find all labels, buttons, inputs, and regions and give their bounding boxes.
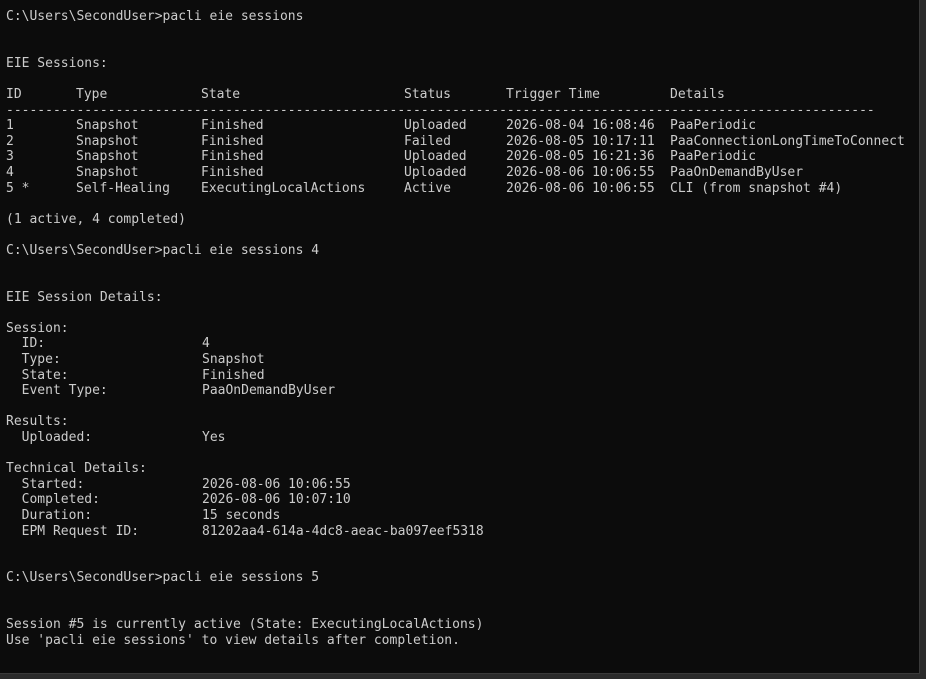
detail-row: Uploaded: Yes [6,430,905,446]
results-section-heading: Results: [6,414,69,430]
technical-section-heading: Technical Details: [6,461,147,477]
terminal-output: C:\Users\SecondUser>pacli eie sessions E… [6,9,905,648]
cell-state: Finished [201,149,264,165]
detail-label: Event Type: [6,383,108,399]
cell-type: Snapshot [76,133,139,149]
cell-type: Self-Healing [76,180,170,196]
detail-row: Event Type: PaaOnDemandByUser [6,383,905,399]
table-row: 2 Snapshot Finished Failed 2026-08-05 10:17:… [6,134,905,150]
details-heading: EIE Session Details: [6,289,163,305]
cell-details: PaaConnectionLongTimeToConnect [670,133,905,149]
command-line: C:\Users\SecondUser>pacli eie sessions [6,9,905,25]
prompt: C:\Users\SecondUser> [6,570,163,586]
terminal-window[interactable]: C:\Users\SecondUser>pacli eie sessions E… [0,0,920,674]
cell-id: 1 [6,118,14,134]
cell-trigger-time: 2026-08-06 10:06:55 [506,180,655,196]
detail-label: Started: [6,476,85,492]
cell-details: PaaPeriodic [670,149,757,165]
detail-row: Duration: 15 seconds [6,508,905,524]
cell-details: PaaOnDemandByUser [670,164,804,180]
cell-state: ExecutingLocalActions [201,180,366,196]
cell-status: Failed [404,133,451,149]
active-session-message: Session #5 is currently active (State: E… [6,617,484,633]
cell-trigger-time: 2026-08-06 10:06:55 [506,164,655,180]
command-text: pacli eie sessions 5 [162,570,320,586]
command-text: pacli eie sessions [162,9,304,24]
session-section-heading: Session: [6,320,69,336]
cell-details: CLI (from snapshot #4) [670,180,843,196]
cell-trigger-time: 2026-08-05 10:17:11 [506,133,655,149]
cell-state: Finished [201,118,264,134]
cell-state: Finished [201,164,264,180]
cell-state: Finished [201,133,264,149]
header-status: Status [404,86,451,102]
detail-row: State: Finished [6,368,905,384]
table-row: 3 Snapshot Finished Uploaded 2026-08-05 16:2… [6,149,905,165]
detail-value: 2026-08-06 10:07:10 [202,492,351,508]
header-id: ID [6,86,22,102]
detail-label: Duration: [6,508,93,523]
detail-value: 2026-08-06 10:06:55 [202,476,351,492]
cell-trigger-time: 2026-08-04 16:08:46 [506,118,655,134]
cell-status: Uploaded [404,118,467,134]
detail-row: Started: 2026-08-06 10:06:55 [6,477,905,493]
detail-row: ID: 4 [6,336,905,352]
detail-value: 4 [202,336,210,352]
table-row: 5 * Self-Healing ExecutingLocalActions Acti… [6,181,905,197]
command-line: C:\Users\SecondUser>pacli eie sessions 5 [6,570,905,586]
header-state: State [201,86,241,102]
active-session-hint: Use 'pacli eie sessions' to view details… [6,632,460,648]
prompt: C:\Users\SecondUser> [6,9,163,24]
detail-label: Uploaded: [6,430,93,446]
cell-details: PaaPeriodic [670,118,757,134]
cell-type: Snapshot [76,164,139,180]
prompt: C:\Users\SecondUser> [6,242,163,258]
cell-status: Active [404,180,451,196]
sessions-summary: (1 active, 4 completed) [6,211,187,227]
detail-label: ID: [6,336,46,352]
detail-row: Completed: 2026-08-06 10:07:10 [6,492,905,508]
detail-value: PaaOnDemandByUser [202,383,336,399]
cell-id: 4 [6,164,14,180]
detail-label: State: [6,367,69,383]
detail-value: Yes [202,430,226,446]
detail-value: 15 seconds [202,508,281,523]
detail-row: EPM Request ID: 81202aa4-614a-4dc8-aeac-b… [6,524,905,540]
sessions-heading: EIE Sessions: [6,55,108,71]
command-text: pacli eie sessions 4 [162,242,320,258]
cell-type: Snapshot [76,118,139,134]
cell-status: Uploaded [404,149,467,165]
cell-id: 3 [6,149,14,165]
table-row: 4 Snapshot Finished Uploaded 2026-08-06 10:0… [6,165,905,181]
table-separator: ----------------------------------------… [6,102,875,118]
cell-type: Snapshot [76,149,139,165]
command-line: C:\Users\SecondUser>pacli eie sessions 4 [6,243,905,259]
detail-value: 81202aa4-614a-4dc8-aeac-ba097eef5318 [202,523,484,539]
table-header: ID Type State Status Trigger Time Details [6,87,905,103]
cell-status: Uploaded [404,164,467,180]
cell-id: 2 [6,133,14,149]
detail-row: Type: Snapshot [6,352,905,368]
header-type: Type [76,86,108,102]
cell-id: 5 * [6,180,30,196]
detail-label: EPM Request ID: [6,523,140,539]
detail-label: Type: [6,352,61,368]
detail-value: Snapshot [202,352,265,368]
cell-trigger-time: 2026-08-05 16:21:36 [506,149,655,165]
header-details: Details [670,86,725,102]
detail-value: Finished [202,367,265,383]
detail-label: Completed: [6,492,100,508]
header-trigger-time: Trigger Time [506,86,600,102]
table-row: 1 Snapshot Finished Uploaded 2026-08-04 16:0… [6,118,905,134]
